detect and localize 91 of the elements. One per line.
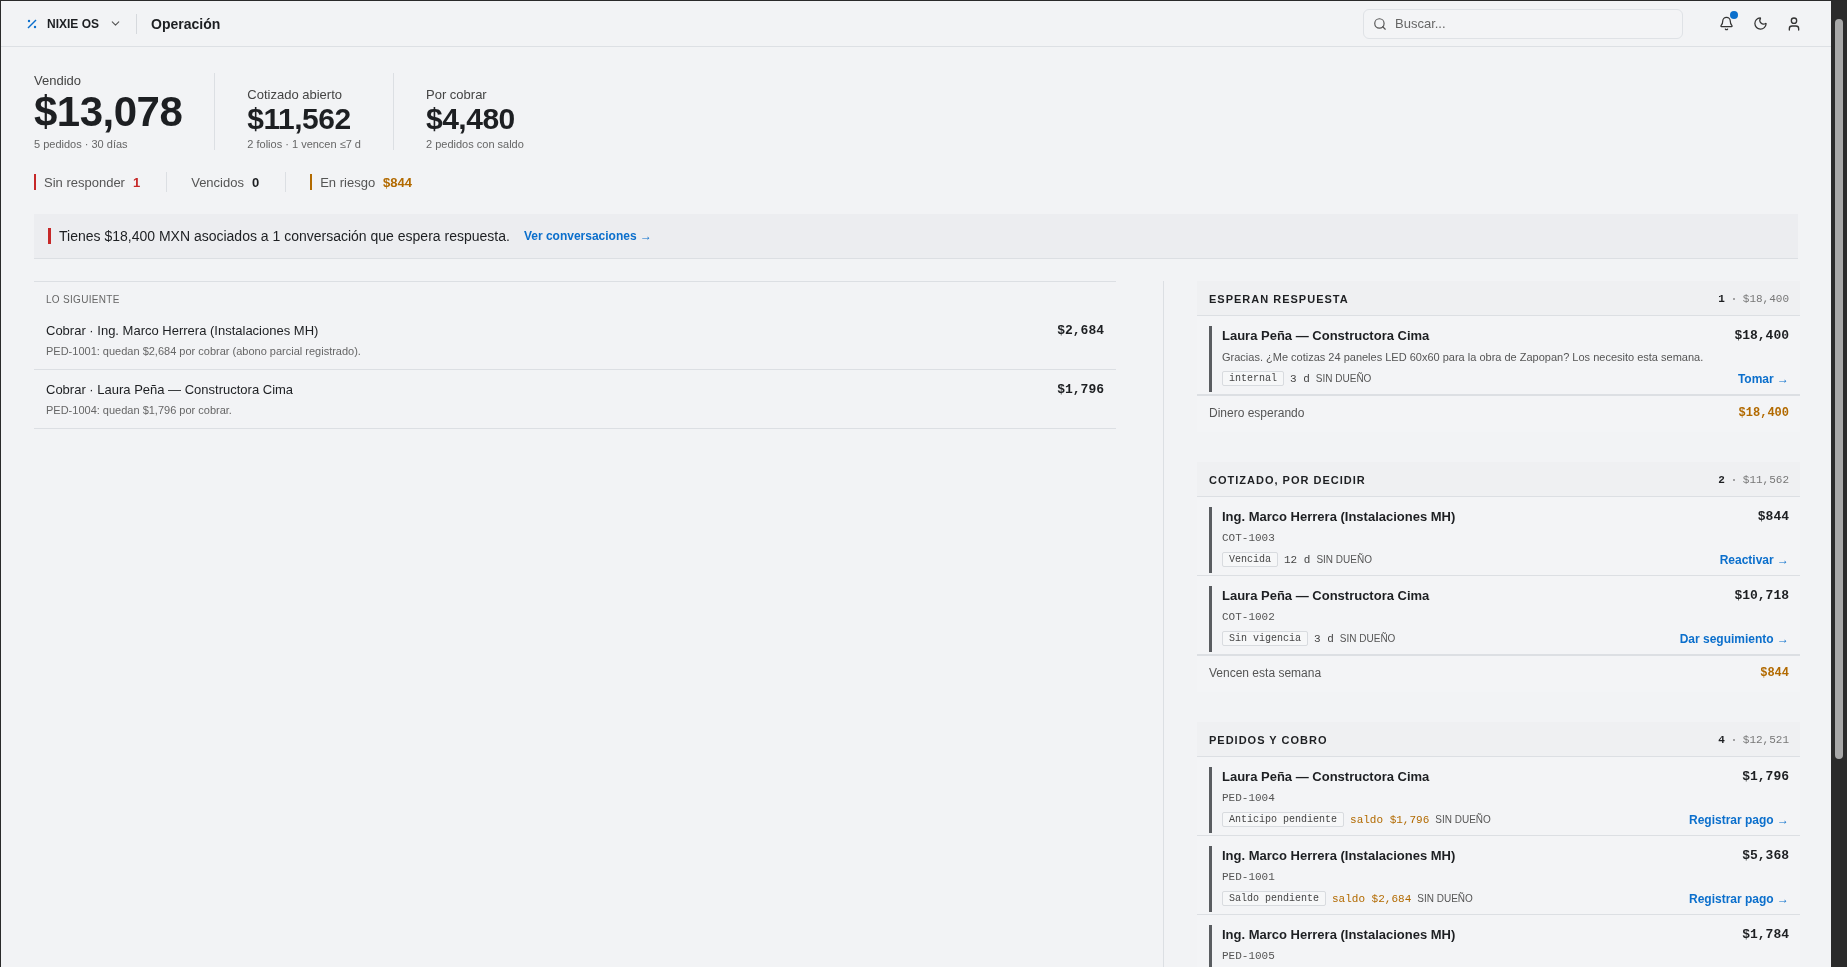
deal-card[interactable]: Laura Peña — Constructora Cima $10,718 COT-1002 Sin vigencia 3 d SIN DUEÑO Dar seguimiento → xyxy=(1209,586,1789,653)
section-total: $18,400 xyxy=(1742,293,1789,306)
status-tag: Anticipo pendiente xyxy=(1222,812,1345,828)
scrollbar[interactable] xyxy=(1831,1,1847,967)
folio-number: COT-1003 xyxy=(1222,532,1276,545)
indicator-label: Vencidos xyxy=(191,174,244,190)
action-link[interactable]: Dar seguimiento → xyxy=(1679,631,1789,646)
balance-text: saldo $2,684 xyxy=(1332,892,1412,905)
deal-card[interactable]: Ing. Marco Herrera (Instalaciones MH) $5,368 PED-1001 Saldo pendiente saldo $2,684 SIN DUEÑO Registrar pago → xyxy=(1209,846,1789,913)
task-title[interactable]: Cobrar · Ing. Marco Herrera (Instalaciones MH) xyxy=(46,323,361,339)
alert-bar xyxy=(48,228,51,245)
client-name: Laura Peña — Constructora Cima xyxy=(1222,769,1430,785)
indicator-value: 1 xyxy=(132,174,141,190)
footer-label: Vencen esta semana xyxy=(1209,666,1322,681)
deal-card[interactable]: Laura Peña — Constructora Cima $18,400 Gracias. ¿Me cotizas 24 paneles LED 60x60 para la obra de Zapopan? Los necesito esta semana. internal 3 d SIN DUEÑO Tomar → xyxy=(1209,326,1789,393)
action-link[interactable]: Reactivar → xyxy=(1719,552,1789,567)
action-link[interactable]: Registrar pago → xyxy=(1688,891,1789,906)
deal-card[interactable]: Laura Peña — Constructora Cima $1,796 PED-1004 Anticipo pendiente saldo $1,796 SIN DUEÑO Registrar pago → xyxy=(1209,767,1789,834)
bell-icon[interactable] xyxy=(1718,16,1734,31)
task-amount: $1,796 xyxy=(1057,382,1104,398)
deal-card[interactable]: Ing. Marco Herrera (Instalaciones MH) $844 COT-1003 Vencida 12 d SIN DUEÑO Reactivar → xyxy=(1209,507,1789,574)
client-name: Laura Peña — Constructora Cima xyxy=(1222,588,1430,604)
section-title: ESPERAN RESPUESTA xyxy=(1209,293,1349,306)
age-text: 3 d xyxy=(1314,632,1334,645)
brand-name[interactable]: NIXIE OS xyxy=(47,16,99,31)
client-name: Ing. Marco Herrera (Instalaciones MH) xyxy=(1222,509,1456,525)
section-total: $12,521 xyxy=(1742,734,1789,747)
search-field[interactable]: Buscar... xyxy=(1363,8,1683,39)
status-tag: Vencida xyxy=(1222,552,1278,568)
client-name: Laura Peña — Constructora Cima xyxy=(1222,328,1430,344)
kpi-label: Vendido xyxy=(34,73,82,88)
indicator-value: $844 xyxy=(383,174,413,190)
deal-amount: $18,400 xyxy=(1734,328,1789,344)
moon-icon[interactable] xyxy=(1752,16,1768,31)
kpi-value: $13,078 xyxy=(34,88,183,137)
deal-amount: $844 xyxy=(1757,509,1789,525)
kpi-value: $4,480 xyxy=(426,101,516,137)
indicator-value: 0 xyxy=(251,174,260,190)
footer-value: $18,400 xyxy=(1738,406,1789,421)
action-link[interactable]: Tomar → xyxy=(1737,371,1789,386)
alert-text: Tienes $18,400 MXN asociados a 1 conversación que espera respuesta. xyxy=(59,228,510,245)
section-count: 1 xyxy=(1718,293,1725,306)
deal-amount: $10,718 xyxy=(1734,588,1789,604)
kpi-note: 5 pedidos · 30 días xyxy=(34,138,129,151)
search-icon xyxy=(1373,16,1387,31)
kpi-value: $11,562 xyxy=(247,101,352,137)
kpi-label: Por cobrar xyxy=(426,86,488,102)
alert-link[interactable]: Ver conversaciones → xyxy=(523,229,652,244)
client-name: Ing. Marco Herrera (Instalaciones MH) xyxy=(1222,848,1456,864)
action-link[interactable]: Registrar pago → xyxy=(1688,812,1789,827)
kpi-label: Cotizado abierto xyxy=(247,86,343,102)
user-icon[interactable] xyxy=(1786,15,1802,32)
deal-amount: $1,784 xyxy=(1742,927,1789,943)
deal-amount: $5,368 xyxy=(1742,848,1789,864)
owner-text: SIN DUEÑO xyxy=(1435,814,1491,826)
section-count: 2 xyxy=(1718,474,1725,487)
owner-text: SIN DUEÑO xyxy=(1316,554,1372,566)
folio-number: PED-1004 xyxy=(1222,792,1276,805)
status-tag: internal xyxy=(1222,371,1284,387)
status-tag: Saldo pendiente xyxy=(1222,891,1326,907)
section-count: 4 xyxy=(1718,734,1725,747)
folio-number: PED-1005 xyxy=(1222,950,1276,963)
owner-text: SIN DUEÑO xyxy=(1417,893,1473,905)
deal-card[interactable]: Ing. Marco Herrera (Instalaciones MH) $1,784 PED-1005 xyxy=(1209,925,1789,967)
section-title: COTIZADO, POR DECIDIR xyxy=(1209,474,1366,487)
logo-icon xyxy=(27,18,37,29)
indicator-label: En riesgo xyxy=(320,174,376,190)
age-text: 3 d xyxy=(1290,372,1310,385)
footer-label: Dinero esperando xyxy=(1209,406,1305,421)
folio-number: PED-1001 xyxy=(1222,871,1276,884)
task-title[interactable]: Cobrar · Laura Peña — Constructora Cima xyxy=(46,382,294,398)
list-heading: LO SIGUIENTE xyxy=(45,293,121,308)
section-title: PEDIDOS Y COBRO xyxy=(1209,734,1328,747)
section-total: $11,562 xyxy=(1742,474,1789,487)
deal-amount: $1,796 xyxy=(1742,769,1789,785)
kpi-note: 2 folios · 1 vencen ≤7 d xyxy=(247,138,361,151)
balance-text: saldo $1,796 xyxy=(1350,813,1430,826)
footer-value: $844 xyxy=(1760,666,1789,681)
page-title: Operación xyxy=(151,15,221,32)
kpi-note: 2 pedidos con saldo xyxy=(426,138,524,151)
task-detail: PED-1004: quedan $1,796 por cobrar. xyxy=(46,404,233,417)
owner-text: SIN DUEÑO xyxy=(1339,633,1396,645)
status-tag: Sin vigencia xyxy=(1222,631,1308,647)
owner-text: SIN DUEÑO xyxy=(1315,373,1372,385)
task-detail: PED-1001: quedan $2,684 por cobrar (abono parcial registrado). xyxy=(46,345,361,358)
folio-number: COT-1002 xyxy=(1222,611,1276,624)
age-text: 12 d xyxy=(1284,553,1311,566)
indicator-label: Sin responder xyxy=(44,174,125,190)
task-amount: $2,684 xyxy=(1057,323,1104,339)
client-name: Ing. Marco Herrera (Instalaciones MH) xyxy=(1222,927,1456,943)
message-preview: Gracias. ¿Me cotizas 24 paneles LED 60x60 para la obra de Zapopan? Los necesito esta semana. xyxy=(1222,351,1705,364)
